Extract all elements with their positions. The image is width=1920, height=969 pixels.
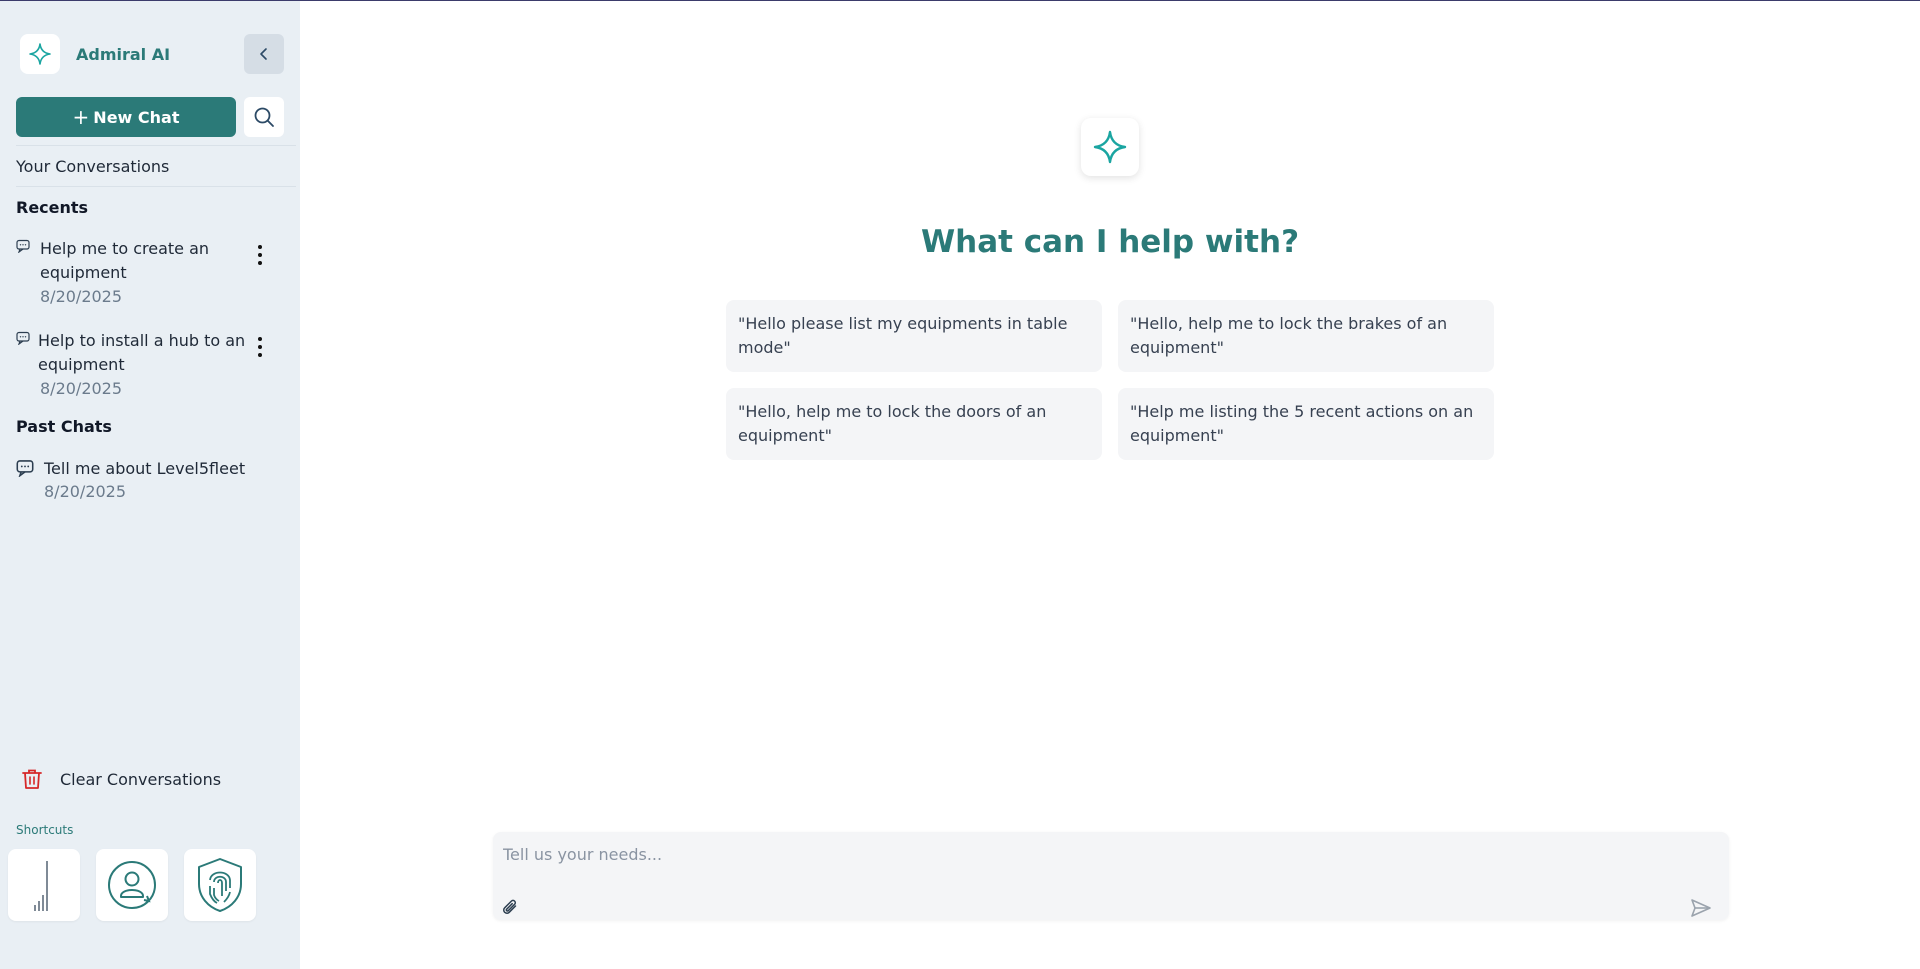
your-conversations-heading: Your Conversations	[16, 157, 170, 176]
conversation-title: Tell me about Level5fleet	[44, 459, 246, 478]
fingerprint-shield-icon	[198, 858, 242, 912]
conversation-item[interactable]: Help to install a hub to an equipment 8/…	[16, 329, 286, 401]
suggestion-card[interactable]: "Hello, help me to lock the doors of an …	[726, 388, 1102, 460]
more-options-icon[interactable]	[254, 243, 266, 267]
new-chat-label: New Chat	[93, 107, 180, 127]
conversation-title: Help me to create an equipment	[40, 239, 210, 282]
shortcut-bar-chart[interactable]	[8, 849, 80, 921]
bar-chart-icon	[34, 861, 48, 911]
more-options-icon[interactable]	[254, 335, 266, 359]
recents-heading: Recents	[16, 198, 89, 217]
trash-icon	[22, 769, 42, 789]
message-input[interactable]	[503, 842, 1503, 866]
paperclip-icon	[502, 899, 517, 915]
conversation-item[interactable]: Help me to create an equipment 8/20/2025	[16, 237, 286, 309]
sparkle-hero-icon	[1081, 118, 1139, 176]
sparkle-logo-icon	[20, 34, 60, 74]
conversation-date: 8/20/2025	[44, 482, 127, 501]
clear-conversations-label: Clear Conversations	[60, 769, 222, 789]
suggestion-card[interactable]: "Hello, help me to lock the brakes of an…	[1118, 300, 1494, 372]
clear-conversations-button[interactable]: Clear Conversations	[20, 767, 221, 791]
new-chat-button[interactable]: + New Chat	[16, 97, 236, 137]
send-button[interactable]	[1689, 896, 1713, 920]
conversation-date: 8/20/2025	[40, 287, 123, 306]
past-chats-heading: Past Chats	[16, 417, 112, 436]
search-icon	[254, 107, 274, 127]
conversation-title: Help to install a hub to an equipment	[38, 331, 246, 374]
conversation-item[interactable]: Tell me about Level5fleet 8/20/2025	[16, 457, 286, 505]
brand[interactable]: Admiral AI	[20, 34, 170, 74]
suggestion-card[interactable]: "Help me listing the 5 recent actions on…	[1118, 388, 1494, 460]
search-button[interactable]	[244, 97, 284, 137]
message-composer	[493, 832, 1729, 920]
sidebar: Admiral AI + New Chat Your Conversations…	[0, 1, 300, 969]
app-name: Admiral AI	[76, 44, 171, 64]
shortcut-user-sync[interactable]	[96, 849, 168, 921]
shortcut-security[interactable]	[184, 849, 256, 921]
chat-bubble-icon	[16, 331, 30, 345]
conversation-date: 8/20/2025	[40, 379, 123, 398]
divider	[16, 145, 296, 146]
chat-bubble-icon	[16, 239, 30, 253]
shortcuts-heading: Shortcuts	[16, 823, 74, 837]
collapse-sidebar-button[interactable]	[244, 34, 284, 74]
attach-button[interactable]	[501, 898, 521, 918]
page-title: What can I help with?	[920, 224, 1300, 260]
chevron-left-icon	[260, 48, 267, 60]
chat-bubble-icon	[16, 460, 34, 477]
divider	[16, 186, 296, 187]
send-icon	[1691, 899, 1711, 917]
suggestion-card[interactable]: "Hello please list my equipments in tabl…	[726, 300, 1102, 372]
plus-icon: +	[72, 105, 90, 129]
user-sync-icon	[108, 861, 156, 909]
